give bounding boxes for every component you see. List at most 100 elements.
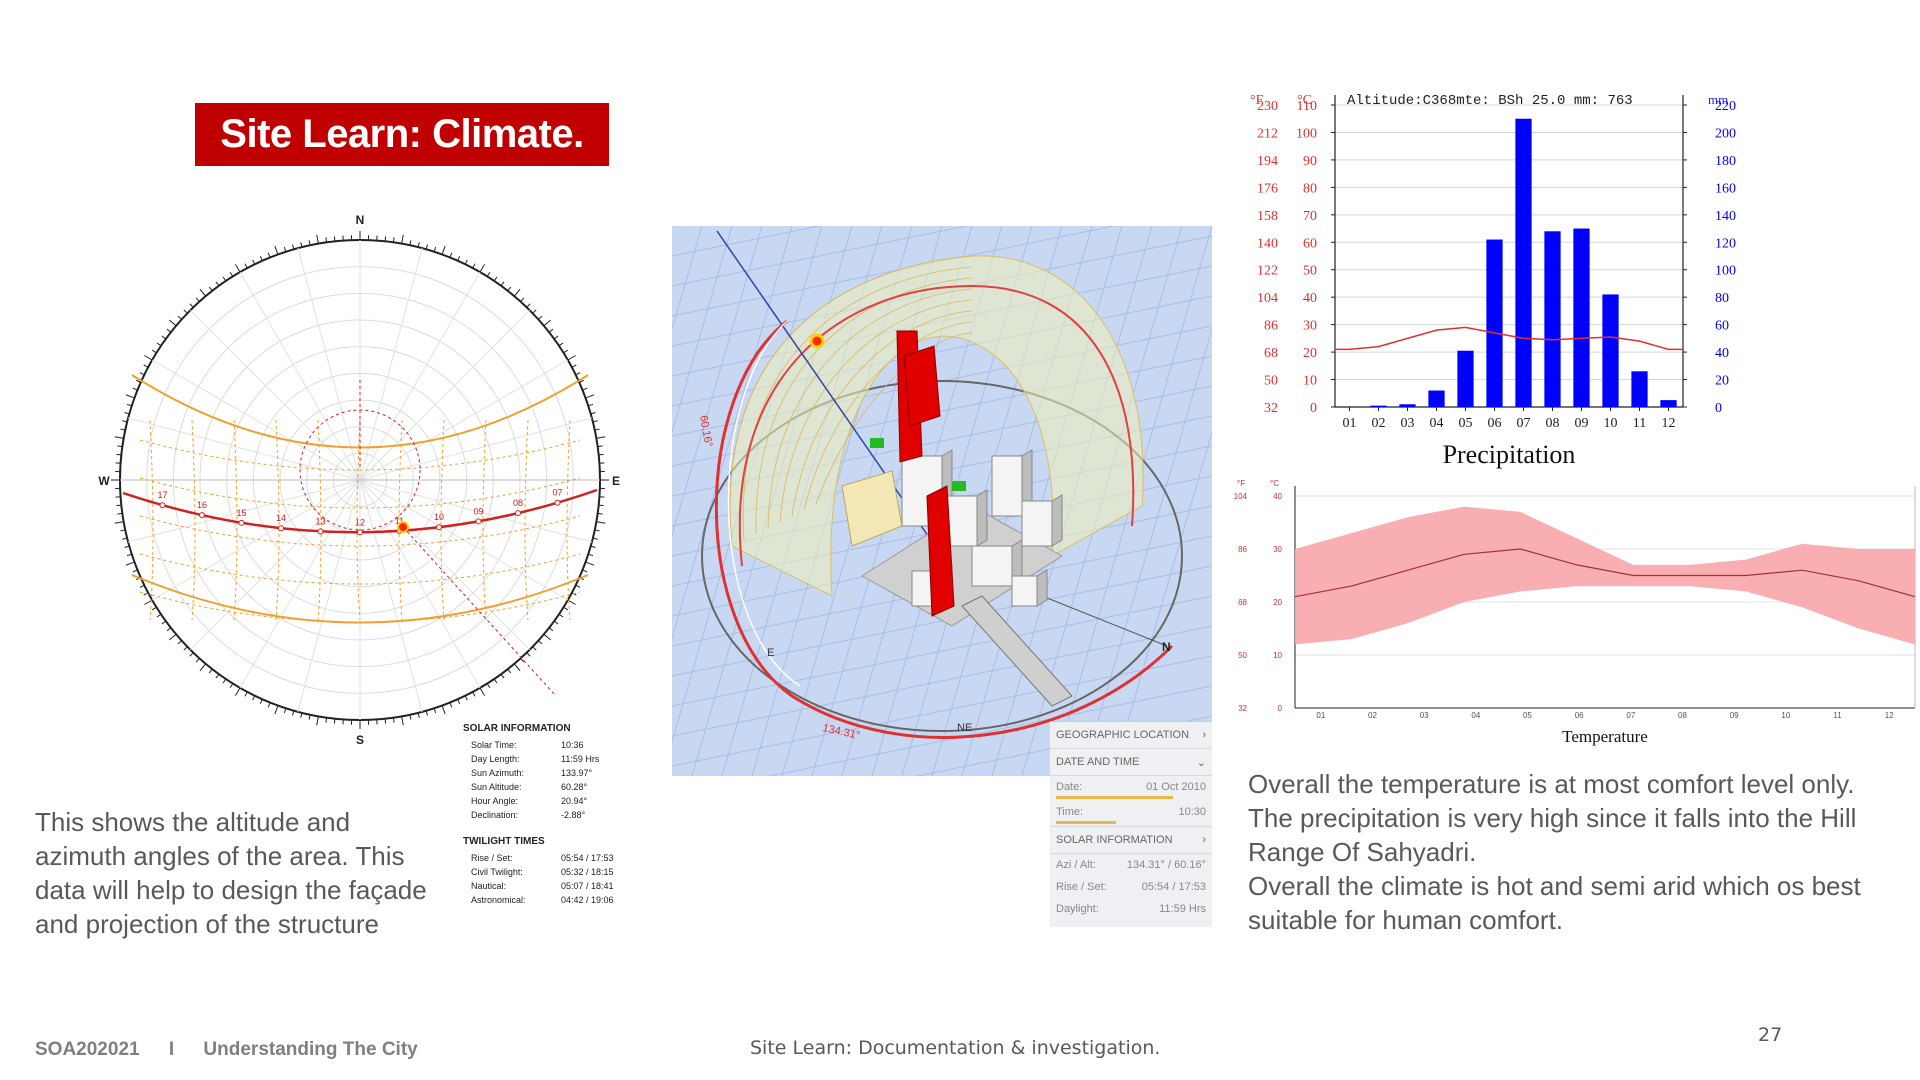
azimuth-tick: [156, 342, 162, 347]
f-tick-label: 86: [1238, 545, 1247, 554]
c-tick-label: 30: [1273, 545, 1282, 554]
twilight-value: 05:54 / 17:53: [561, 853, 614, 863]
building: [971, 545, 1013, 587]
rise-row: Rise / Set: 05:54 / 17:53: [1050, 876, 1212, 898]
twilight-value: 05:32 / 18:15: [561, 867, 614, 877]
azimuth-tick: [567, 355, 576, 361]
azimuth-tick: [333, 718, 336, 724]
azimuth-tick: [177, 640, 182, 645]
footer-separator: I: [168, 1039, 175, 1060]
c-tick-label: 30: [1303, 319, 1317, 334]
azimuth-tick: [244, 691, 248, 697]
azimuth-tick: [493, 276, 498, 282]
month-label: 02: [1368, 711, 1377, 720]
hour-point: [554, 499, 561, 506]
azimuth-tick: [291, 710, 295, 716]
geo-location-header[interactable]: GEOGRAPHIC LOCATION ›: [1050, 722, 1212, 749]
chevron-right-icon: ›: [1202, 729, 1206, 741]
azimuth-tick: [229, 683, 234, 689]
highlight-building: [903, 345, 941, 427]
azimuth-tick: [472, 691, 476, 697]
azimuth-tick: [116, 453, 122, 456]
azimuth-tick: [384, 236, 387, 242]
chevron-right-icon: ›: [1202, 834, 1206, 846]
twilight-label: Civil Twilight:: [471, 867, 523, 877]
mm-tick-label: 140: [1715, 209, 1736, 224]
solar_information-value: 10:36: [561, 740, 584, 750]
solar_information-row: Sun Altitude: 60.28°: [463, 780, 623, 794]
solar-info-header[interactable]: SOLAR INFORMATION ›: [1050, 826, 1212, 854]
precip-bar: [1486, 239, 1503, 407]
azimuth-tick: [117, 512, 123, 515]
azimuth-tick: [596, 521, 606, 524]
azimuth-tick: [195, 658, 200, 663]
hour-point: [475, 518, 482, 525]
solar_information-label: Sun Azimuth:: [471, 768, 525, 778]
f-tick-label: 230: [1257, 99, 1278, 114]
hour-label: 09: [473, 506, 483, 516]
azimuth-tick: [532, 309, 537, 314]
solar-information-table: SOLAR INFORMATION Solar Time: 10:36 Day Le…: [463, 723, 623, 907]
c-tick-label: 10: [1303, 374, 1317, 389]
date-label: Date:: [1056, 781, 1083, 793]
building-side: [1051, 494, 1063, 547]
month-label: 09: [1575, 416, 1589, 431]
date-slider[interactable]: [1056, 796, 1173, 799]
mm-tick-label: 100: [1715, 264, 1736, 279]
azimuth-tick: [590, 545, 596, 549]
azimuth-tick: [316, 716, 319, 726]
azimuth-tick: [235, 687, 241, 696]
twilight-value: 04:42 / 19:06: [561, 895, 614, 905]
time-slider[interactable]: [1056, 821, 1116, 824]
azimuth-tick: [161, 335, 167, 340]
twilight-row: Rise / Set: 05:54 / 17:53: [463, 851, 623, 865]
solar_information-value: 11:59 Hrs: [561, 754, 600, 764]
azimuth-tick: [548, 328, 554, 333]
unit-f: °F: [1237, 479, 1245, 488]
f-tick-label: 158: [1257, 209, 1278, 224]
hour-label: 15: [236, 508, 246, 518]
cardinal-label: S: [356, 733, 364, 747]
f-tick-label: 68: [1264, 346, 1278, 361]
date-time-header[interactable]: DATE AND TIME ⌄: [1050, 749, 1212, 776]
azimuth-tick: [472, 263, 476, 269]
date-row[interactable]: Date: 01 Oct 2010: [1050, 776, 1212, 801]
twilight-row: Civil Twilight: 05:32 / 18:15: [463, 865, 623, 879]
chart-title: Precipitation: [1443, 440, 1576, 469]
cardinal-label: E: [612, 474, 620, 488]
azimuth-tick: [259, 699, 263, 705]
azimuth-tick: [543, 633, 552, 641]
azi-row: Azi / Alt: 134.31° / 60.16°: [1050, 854, 1212, 876]
azimuth-tick: [538, 640, 543, 645]
solar_information-value: 133.97°: [561, 768, 593, 778]
azimuth-tick: [526, 303, 531, 308]
page-number: 27: [1758, 1024, 1783, 1046]
hour-label: 10: [434, 512, 444, 522]
f-tick-label: 176: [1257, 181, 1278, 196]
azimuth-tick: [558, 342, 564, 347]
azimuth-tick: [116, 504, 122, 507]
hour-label: 12: [355, 517, 365, 527]
c-tick-label: 70: [1303, 209, 1317, 224]
time-row[interactable]: Time: 10:30: [1050, 801, 1212, 826]
azimuth-tick: [114, 521, 124, 524]
azimuth-tick: [259, 255, 263, 261]
sun-path-diagram: NESW17161514 13 12 11 10090807: [98, 213, 620, 747]
f-tick-label: 122: [1257, 264, 1278, 279]
mm-tick-label: 180: [1715, 154, 1736, 169]
c-tick-label: 80: [1303, 181, 1317, 196]
mm-tick-label: 60: [1715, 319, 1729, 334]
azimuth-tick: [571, 364, 577, 368]
month-label: 05: [1523, 711, 1532, 720]
precip-bar: [1573, 228, 1590, 407]
twilight-value: 05:07 / 18:41: [561, 881, 614, 891]
azimuth-tick: [553, 335, 559, 340]
azimuth-tick: [151, 606, 157, 611]
building-side: [1036, 569, 1048, 607]
sun-marker: [809, 333, 825, 349]
green-space: [870, 438, 884, 448]
azimuth-tick: [558, 613, 564, 618]
green-space: [952, 481, 966, 491]
time-value: 10:30: [1178, 806, 1206, 818]
azi-label: Azi / Alt:: [1056, 859, 1096, 871]
